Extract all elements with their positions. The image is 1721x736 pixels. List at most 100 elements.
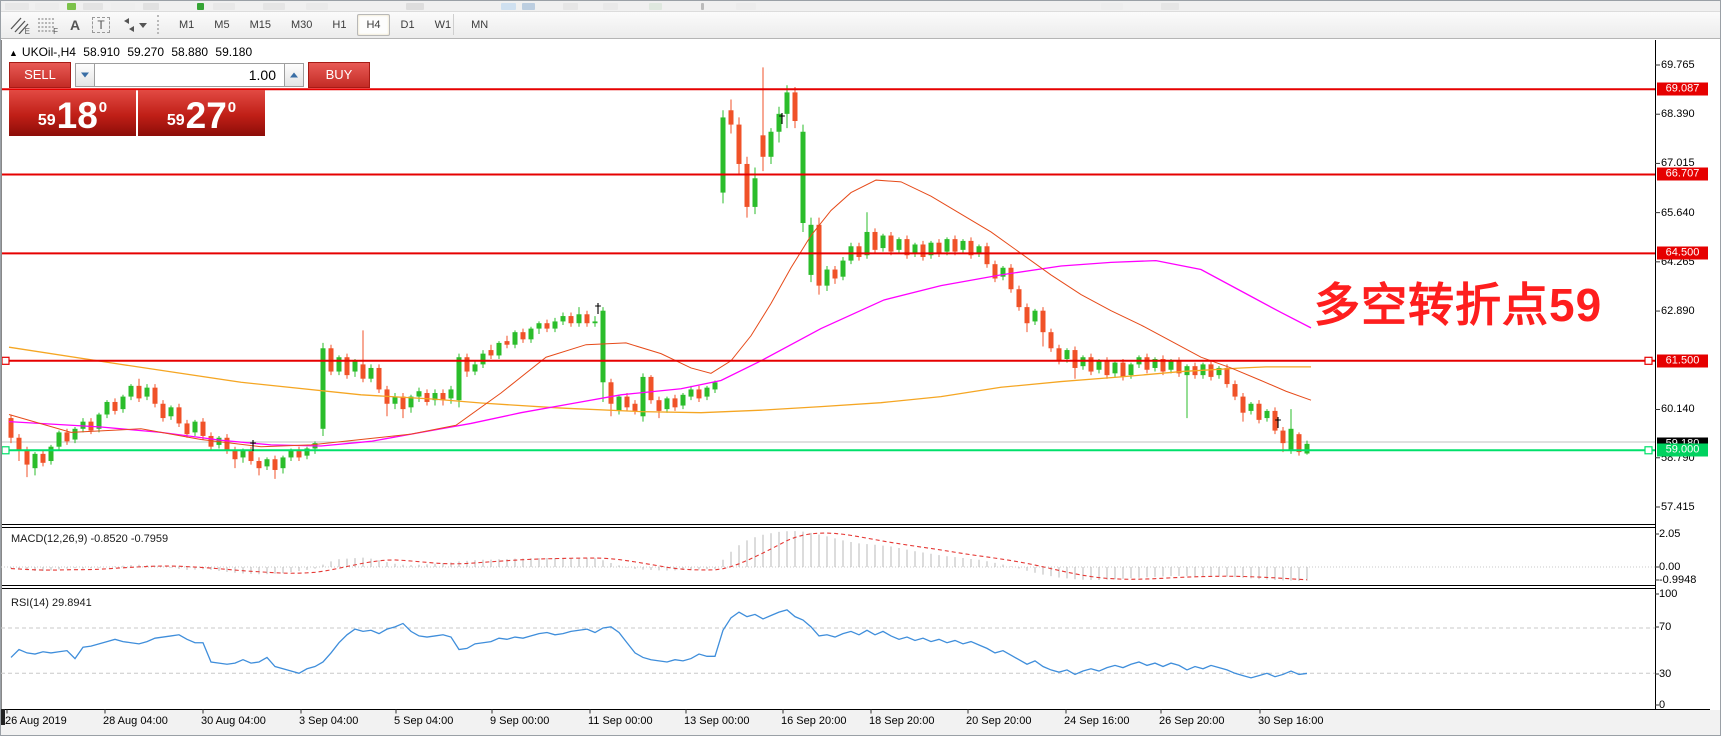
candle-body [657,400,662,411]
candle-body [417,391,422,396]
collapse-arrow-icon[interactable]: ▲ [9,48,18,58]
candle-body [753,178,758,207]
candle-body [977,246,982,253]
candle-body [1105,361,1110,375]
candle-body [145,388,150,397]
candle-body [825,270,830,286]
candle-body [1073,350,1078,368]
sell-button[interactable]: SELL [9,62,71,88]
candle-body [1169,361,1174,370]
rsi-scale-label: 30 [1659,668,1671,680]
chart-canvas[interactable]: †††† [1,39,1721,736]
cross-marker: † [779,112,786,127]
price-line-label: 69.087 [1657,83,1708,96]
timeframe-M30[interactable]: M30 [282,14,321,36]
candle-body [1233,384,1238,397]
candle-body [913,244,918,253]
candle-body [353,361,358,372]
candle-body [201,422,206,436]
bid-price-panel[interactable]: 59180 [9,90,136,136]
candle-body [465,357,470,371]
candle-body [169,407,174,416]
candle-body [985,246,990,264]
toolbar-fragment [5,3,29,10]
candle-body [785,92,790,113]
candle-body [393,397,398,404]
candle-body [609,382,614,403]
ask-price-panel[interactable]: 59270 [138,90,265,136]
candle-body [945,239,950,252]
candle-body [561,316,566,321]
candle-body [897,239,902,250]
candle-body [457,357,462,400]
line-handle [2,357,9,364]
candle-body [1113,363,1118,374]
candle-body [921,244,926,257]
candle-body [369,368,374,379]
candle-body [121,397,126,410]
macd-signal-line [11,533,1307,580]
line-handle [1645,447,1652,454]
candle-body [1033,311,1038,322]
candle-body [705,388,710,397]
candle-body [225,438,230,451]
candle-body [233,450,238,459]
candle-body [17,438,22,451]
candle-body [1017,289,1022,307]
fibonacci-icon[interactable]: F [35,14,59,35]
toolbar-grip[interactable] [157,15,162,34]
toolbar-fragment [1101,3,1123,10]
candle-body [1049,332,1054,348]
rsi-scale-label: 0 [1659,699,1665,711]
scroll-indicator [1,709,5,725]
volume-input[interactable] [95,63,284,87]
candle-body [569,316,574,323]
price-line-label: 59.000 [1657,444,1708,457]
candle-body [737,125,742,164]
candle-body [617,397,622,411]
candle-body [641,377,646,416]
candle-body [889,236,894,252]
timeframe-M1[interactable]: M1 [170,14,203,36]
candle-body [1265,411,1270,418]
text-label-icon[interactable]: A [63,14,87,35]
candle-body [1225,368,1230,384]
candle-body [873,232,878,250]
timeframe-H4[interactable]: H4 [357,14,389,36]
candle-body [625,397,630,408]
window-edge-gradient [1710,39,1721,736]
timeframe-W1[interactable]: W1 [426,14,461,36]
toolbar-fragment [111,3,135,10]
volume-increase-button[interactable] [284,63,304,87]
timeframe-D1[interactable]: D1 [392,14,424,36]
buy-button[interactable]: BUY [308,62,370,88]
timeframe-MN[interactable]: MN [462,14,497,36]
volume-decrease-button[interactable] [75,63,95,87]
cross-marker: † [250,439,257,454]
price-tick-label: 60.140 [1661,403,1695,415]
candle-body [857,246,862,257]
candle-body [881,236,886,249]
price-line-label: 64.500 [1657,247,1708,260]
candle-body [1249,404,1254,411]
candle-body [769,132,774,157]
price-tick-label: 62.890 [1661,305,1695,317]
candle-body [129,386,134,397]
toolbar-fragment [603,3,618,10]
candle-body [1281,431,1286,444]
equidistant-channel-icon[interactable]: E [7,14,31,35]
timeframe-H1[interactable]: H1 [323,14,355,36]
candle-body [1057,348,1062,361]
quote-open: 58.910 [83,45,120,59]
candle-body [337,357,342,371]
candle-body [553,321,558,328]
candle-body [113,402,118,411]
timeframe-M15[interactable]: M15 [241,14,280,36]
timeframe-M5[interactable]: M5 [205,14,238,36]
macd-scale-label: 2.05 [1659,528,1680,540]
toolbar-fragment [197,3,204,10]
candle-body [105,402,110,415]
text-box-icon[interactable]: T [89,14,113,35]
cross-marker: † [595,302,602,317]
arrows-tool-icon[interactable] [119,14,149,35]
